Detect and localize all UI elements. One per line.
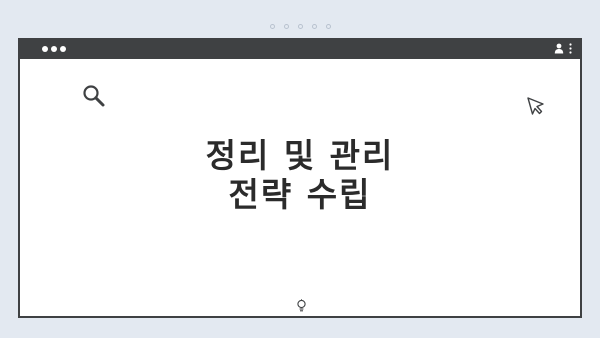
window-controls (42, 46, 66, 52)
titlebar-actions (554, 43, 572, 54)
maximize-dot[interactable] (60, 46, 66, 52)
close-dot[interactable] (42, 46, 48, 52)
pager-dot[interactable] (311, 24, 317, 29)
lightbulb-icon (296, 298, 307, 317)
minimize-dot[interactable] (51, 46, 57, 52)
search-icon (82, 84, 106, 112)
slide-content: 정리 및 관리 전략 수립 (20, 59, 580, 316)
window-titlebar (20, 40, 580, 59)
slide-title-line1: 정리 및 관리 (205, 136, 395, 175)
slide-frame: 정리 및 관리 전략 수립 (0, 0, 600, 338)
browser-window: 정리 및 관리 전략 수립 (18, 38, 582, 318)
slide-title: 정리 및 관리 전략 수립 (20, 136, 580, 214)
cursor-arrow-icon (526, 96, 546, 120)
pager-dot[interactable] (325, 24, 331, 29)
slide-pager (0, 24, 600, 29)
slide-title-line2: 전략 수립 (228, 175, 372, 214)
pager-dot[interactable] (269, 24, 275, 29)
pager-dot[interactable] (283, 24, 289, 29)
pager-dot[interactable] (297, 24, 303, 29)
user-icon[interactable] (554, 43, 564, 54)
kebab-menu-icon[interactable] (569, 43, 572, 54)
